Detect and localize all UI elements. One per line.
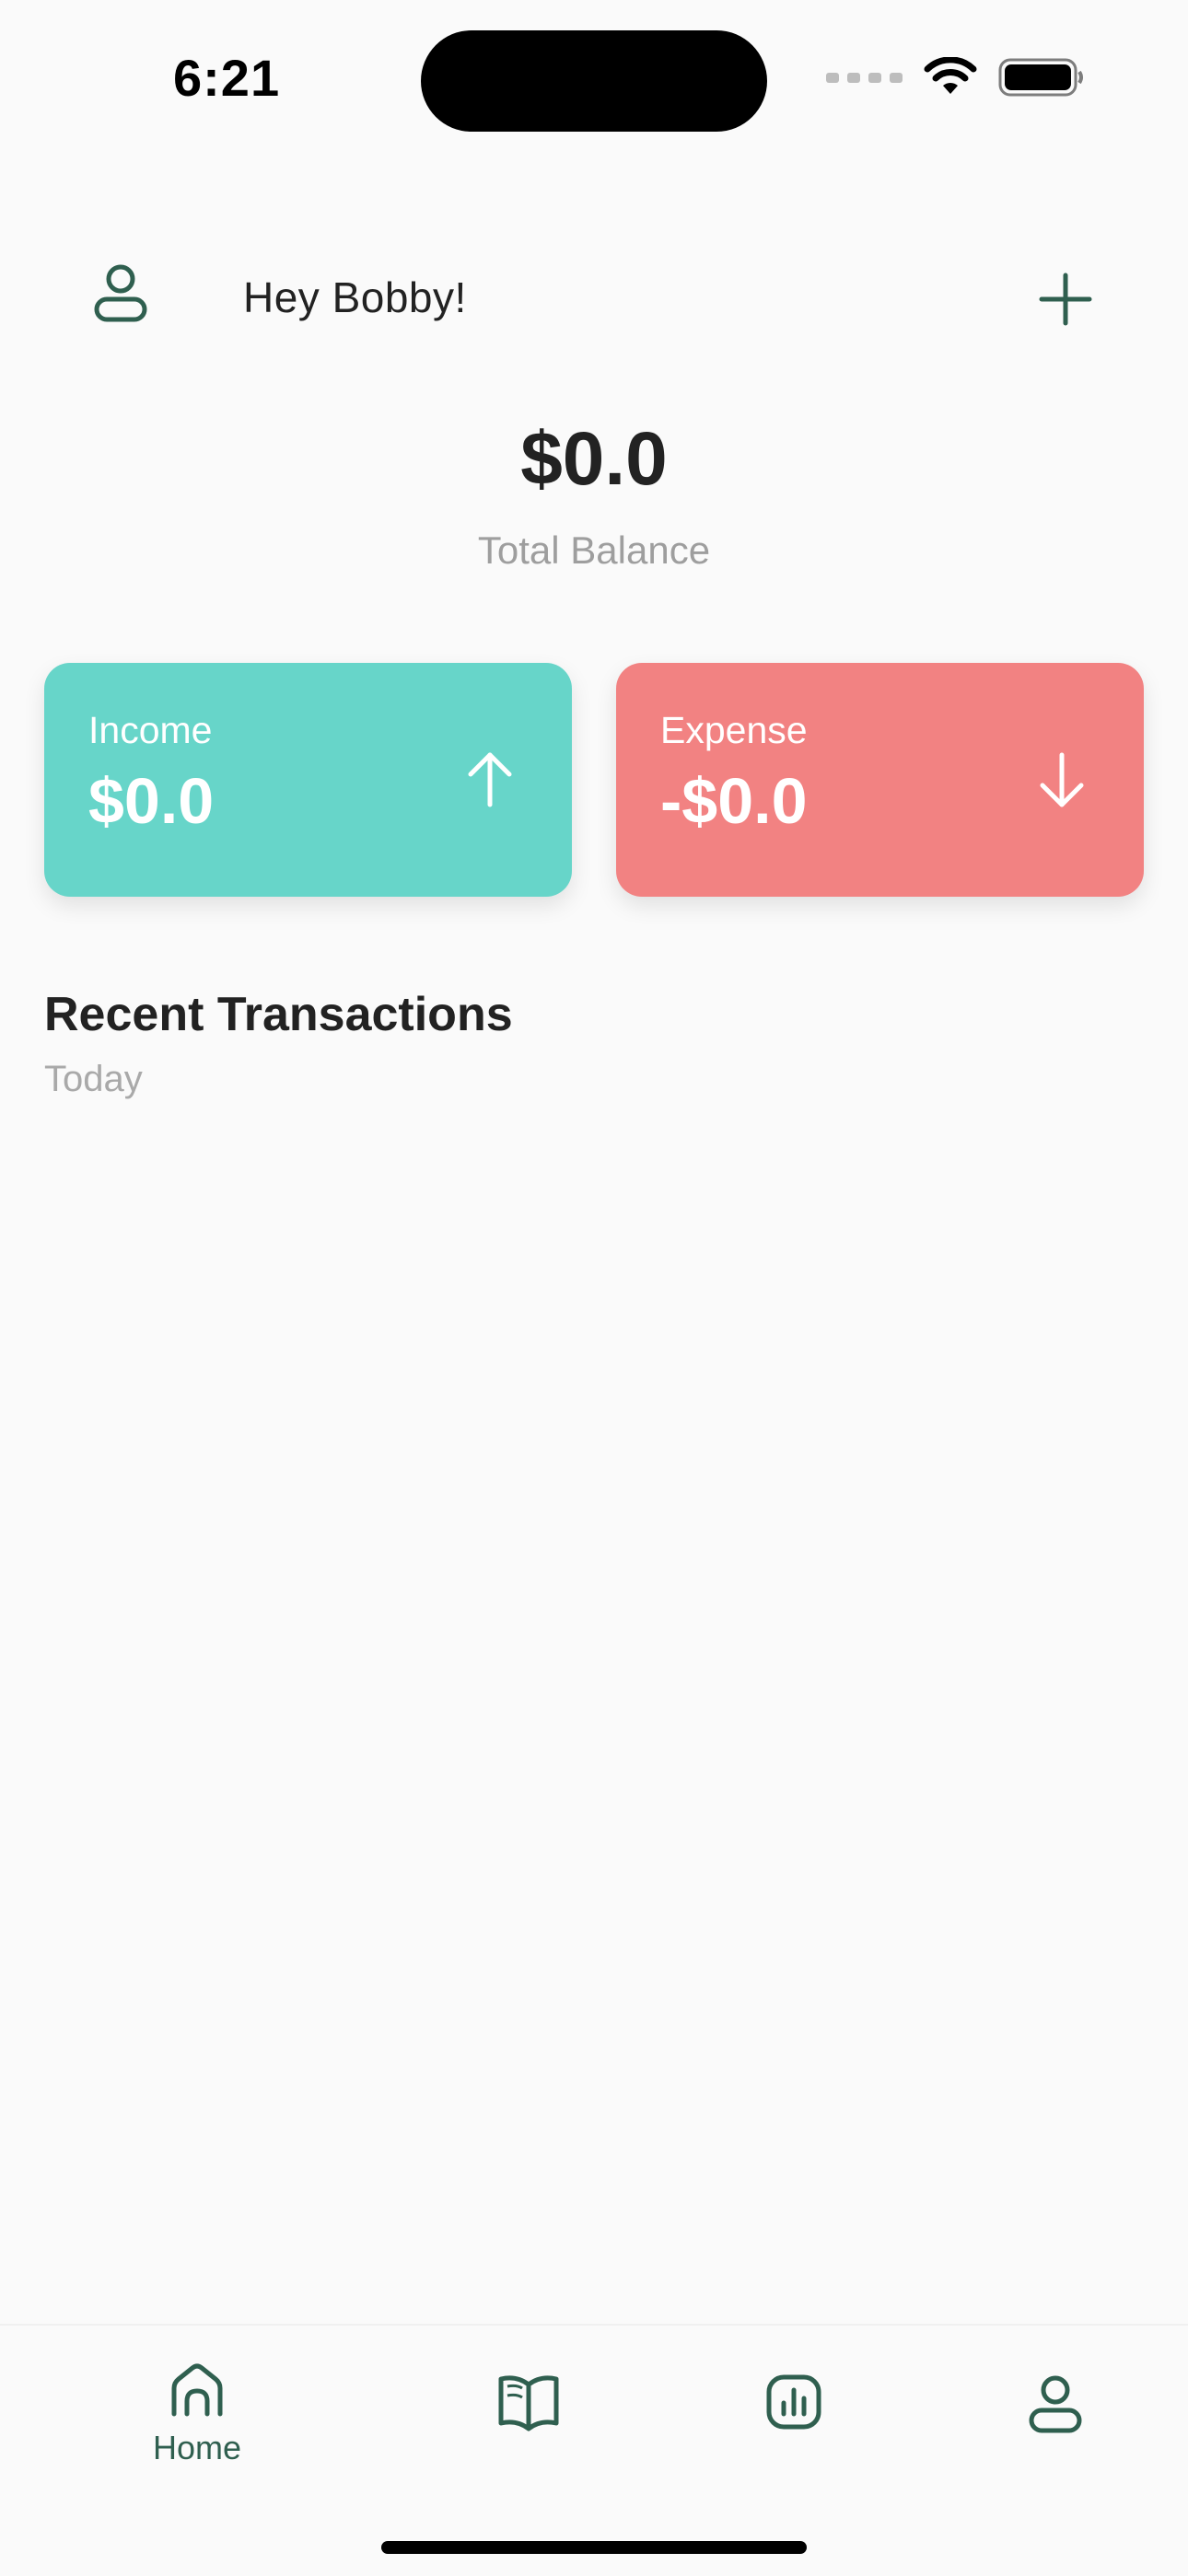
nav-statistics[interactable] xyxy=(702,2373,886,2431)
cellular-signal-icon xyxy=(826,72,903,83)
recent-transactions-date: Today xyxy=(44,1059,143,1099)
income-label: Income xyxy=(88,709,213,751)
greeting-text: Hey Bobby! xyxy=(243,273,467,321)
income-amount: $0.0 xyxy=(88,765,215,837)
nav-home[interactable]: Home xyxy=(105,2362,289,2467)
bottom-nav: Home xyxy=(0,2324,1188,2576)
nav-profile[interactable] xyxy=(963,2373,1147,2434)
expense-label: Expense xyxy=(660,709,808,751)
arrow-down-icon xyxy=(1040,752,1084,807)
arrow-up-icon xyxy=(468,752,512,807)
user-icon xyxy=(94,264,147,322)
home-icon xyxy=(171,2363,223,2417)
add-transaction-button[interactable] xyxy=(1035,269,1096,330)
battery-icon xyxy=(998,57,1085,98)
home-indicator[interactable] xyxy=(381,2541,807,2554)
nav-journal[interactable] xyxy=(437,2372,621,2432)
expense-amount: -$0.0 xyxy=(660,765,808,837)
income-card[interactable]: Income $0.0 xyxy=(44,663,572,897)
profile-button[interactable] xyxy=(87,260,154,326)
wifi-icon xyxy=(923,57,978,98)
recent-transactions-title: Recent Transactions xyxy=(44,988,513,1041)
status-indicators xyxy=(826,57,1085,98)
chart-icon xyxy=(766,2374,821,2430)
status-time: 6:21 xyxy=(173,49,281,107)
book-icon xyxy=(498,2375,559,2431)
total-balance-amount: $0.0 xyxy=(520,417,668,501)
dynamic-island xyxy=(421,30,767,132)
total-balance-label: Total Balance xyxy=(477,528,711,572)
plus-icon xyxy=(1039,273,1092,326)
expense-card[interactable]: Expense -$0.0 xyxy=(616,663,1144,897)
nav-home-label: Home xyxy=(152,2429,242,2466)
profile-icon xyxy=(1029,2375,1082,2433)
